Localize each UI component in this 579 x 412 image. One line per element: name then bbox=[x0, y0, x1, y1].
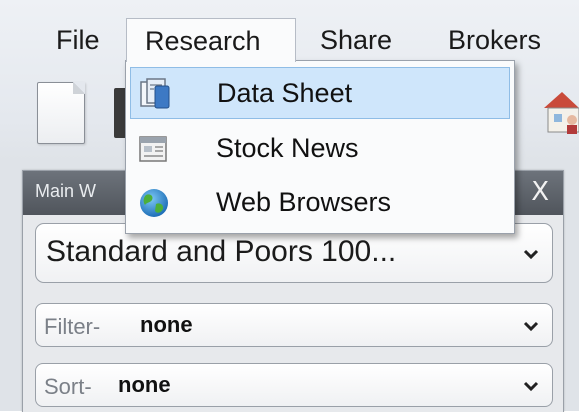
globe-icon bbox=[140, 189, 168, 217]
menu-file[interactable]: File bbox=[38, 18, 118, 62]
panel-title: Main W bbox=[35, 181, 97, 201]
sort-value: none bbox=[118, 372, 171, 397]
filter-select[interactable]: Filter- none bbox=[35, 303, 553, 347]
menu-item-label: Web Browsers bbox=[216, 187, 392, 217]
newspaper-icon bbox=[139, 136, 167, 162]
menu-item-label: Stock News bbox=[216, 133, 359, 163]
chevron-down-icon bbox=[523, 249, 539, 260]
menu-bar: File Research Share Brokers bbox=[0, 14, 579, 64]
filter-label: Filter- bbox=[44, 314, 101, 339]
new-document-icon[interactable] bbox=[37, 82, 85, 144]
broker-house-icon[interactable] bbox=[540, 84, 579, 138]
menu-brokers[interactable]: Brokers bbox=[430, 18, 559, 62]
menu-item-data-sheet[interactable]: Data Sheet bbox=[130, 67, 510, 119]
sort-label: Sort- bbox=[44, 374, 92, 399]
chevron-down-icon bbox=[523, 381, 539, 392]
menu-research[interactable]: Research bbox=[126, 18, 296, 62]
menu-item-web-browsers[interactable]: Web Browsers bbox=[130, 177, 510, 229]
filter-value: none bbox=[140, 312, 193, 337]
menu-item-stock-news[interactable]: Stock News bbox=[130, 123, 510, 175]
menu-share[interactable]: Share bbox=[302, 18, 410, 62]
sort-select[interactable]: Sort- none bbox=[35, 363, 553, 407]
research-dropdown-menu: Data Sheet Stock News Web Browsers bbox=[125, 60, 515, 234]
app-window: File Research Share Brokers Main W X Sta… bbox=[0, 0, 579, 412]
panel-close-button[interactable]: X bbox=[531, 177, 549, 207]
menu-item-label: Data Sheet bbox=[217, 78, 353, 108]
index-select-value: Standard and Poors 100... bbox=[46, 235, 397, 268]
data-sheet-icon bbox=[140, 78, 170, 109]
chevron-down-icon bbox=[523, 321, 539, 332]
